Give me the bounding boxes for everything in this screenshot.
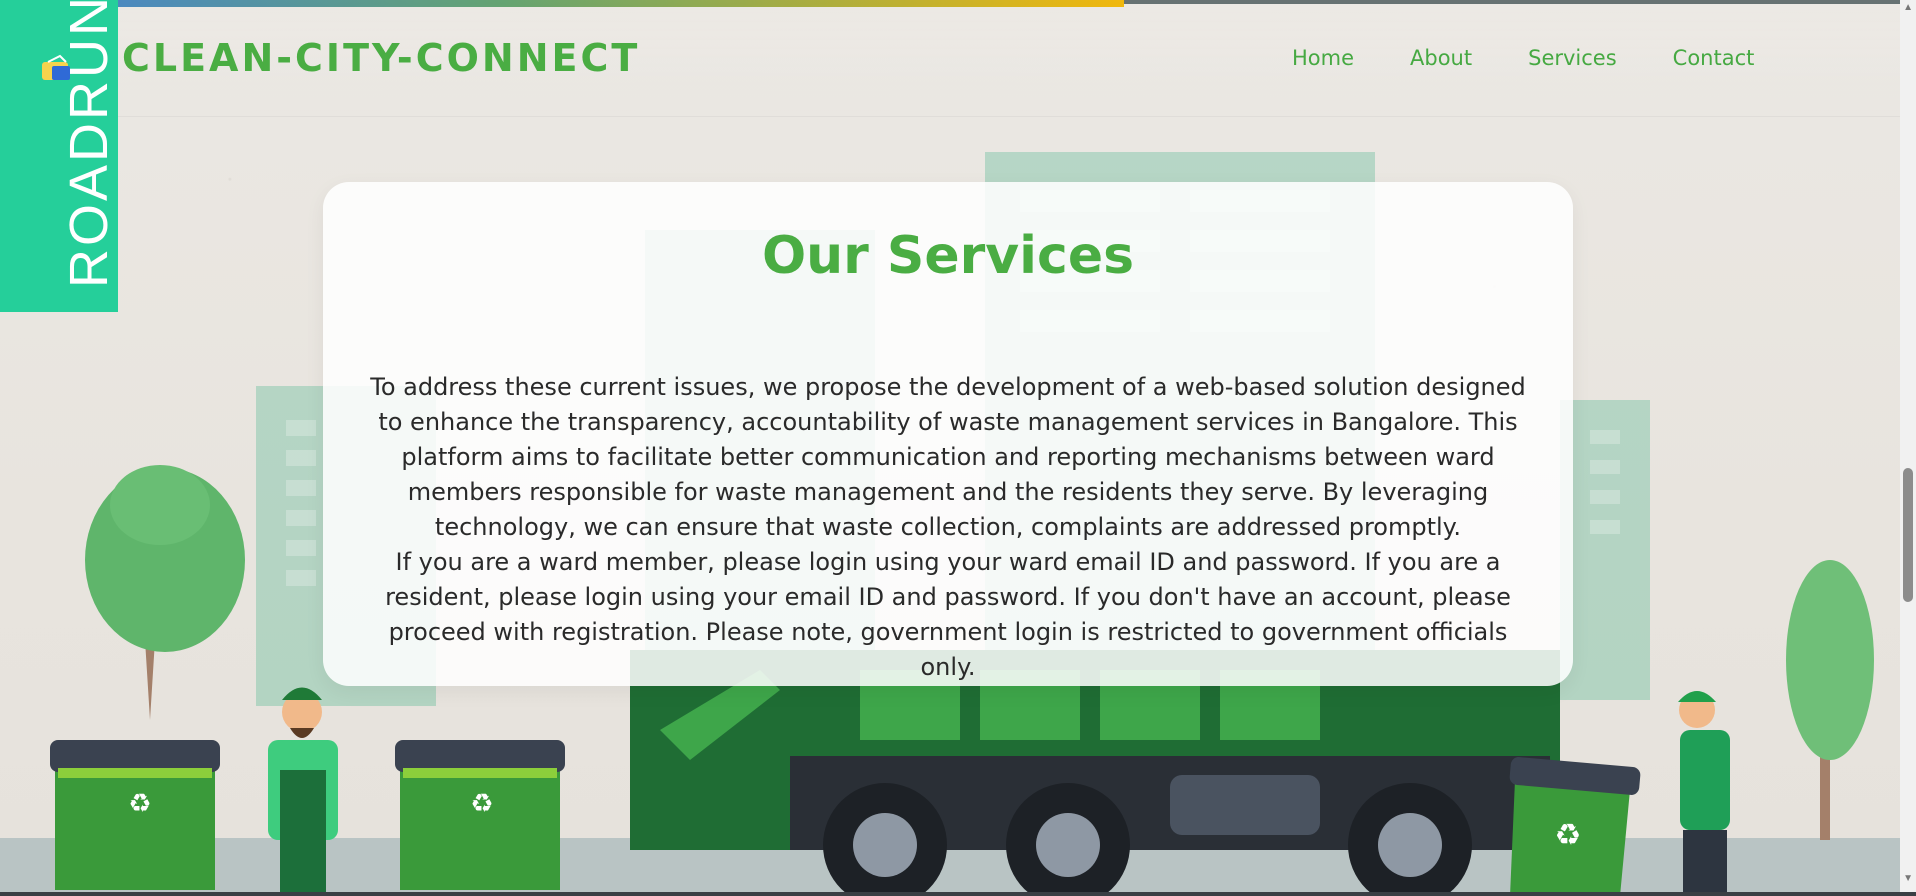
- services-card: Our Services To address these current is…: [323, 182, 1573, 686]
- svg-text:♻: ♻: [1555, 819, 1582, 852]
- nav-about[interactable]: About: [1410, 46, 1472, 70]
- brand-logo-text: ROADRUN: [59, 0, 119, 288]
- bottom-edge: [0, 892, 1916, 896]
- page-title: Our Services: [761, 226, 1135, 286]
- svg-text:♻: ♻: [470, 788, 493, 818]
- nav-contact[interactable]: Contact: [1673, 46, 1755, 70]
- nav-services[interactable]: Services: [1528, 46, 1617, 70]
- scrollbar-thumb[interactable]: [1903, 468, 1913, 602]
- main-navigation: Home About Services Contact: [1292, 46, 1810, 70]
- brand-logo-box[interactable]: ROADRUN: [0, 0, 119, 312]
- services-paragraph-2: If you are a ward member, please login u…: [385, 548, 1511, 681]
- site-title[interactable]: CLEAN-CITY-CONNECT: [122, 36, 640, 80]
- scroll-up-arrow-icon[interactable]: ▲: [1903, 2, 1913, 13]
- nav-home[interactable]: Home: [1292, 46, 1354, 70]
- scroll-down-arrow-icon[interactable]: ▼: [1903, 873, 1913, 884]
- svg-text:♻: ♻: [128, 788, 151, 818]
- services-description: To address these current issues, we prop…: [361, 370, 1535, 685]
- services-paragraph-1: To address these current issues, we prop…: [370, 373, 1526, 541]
- vertical-scrollbar[interactable]: ▲ ▼: [1900, 0, 1916, 896]
